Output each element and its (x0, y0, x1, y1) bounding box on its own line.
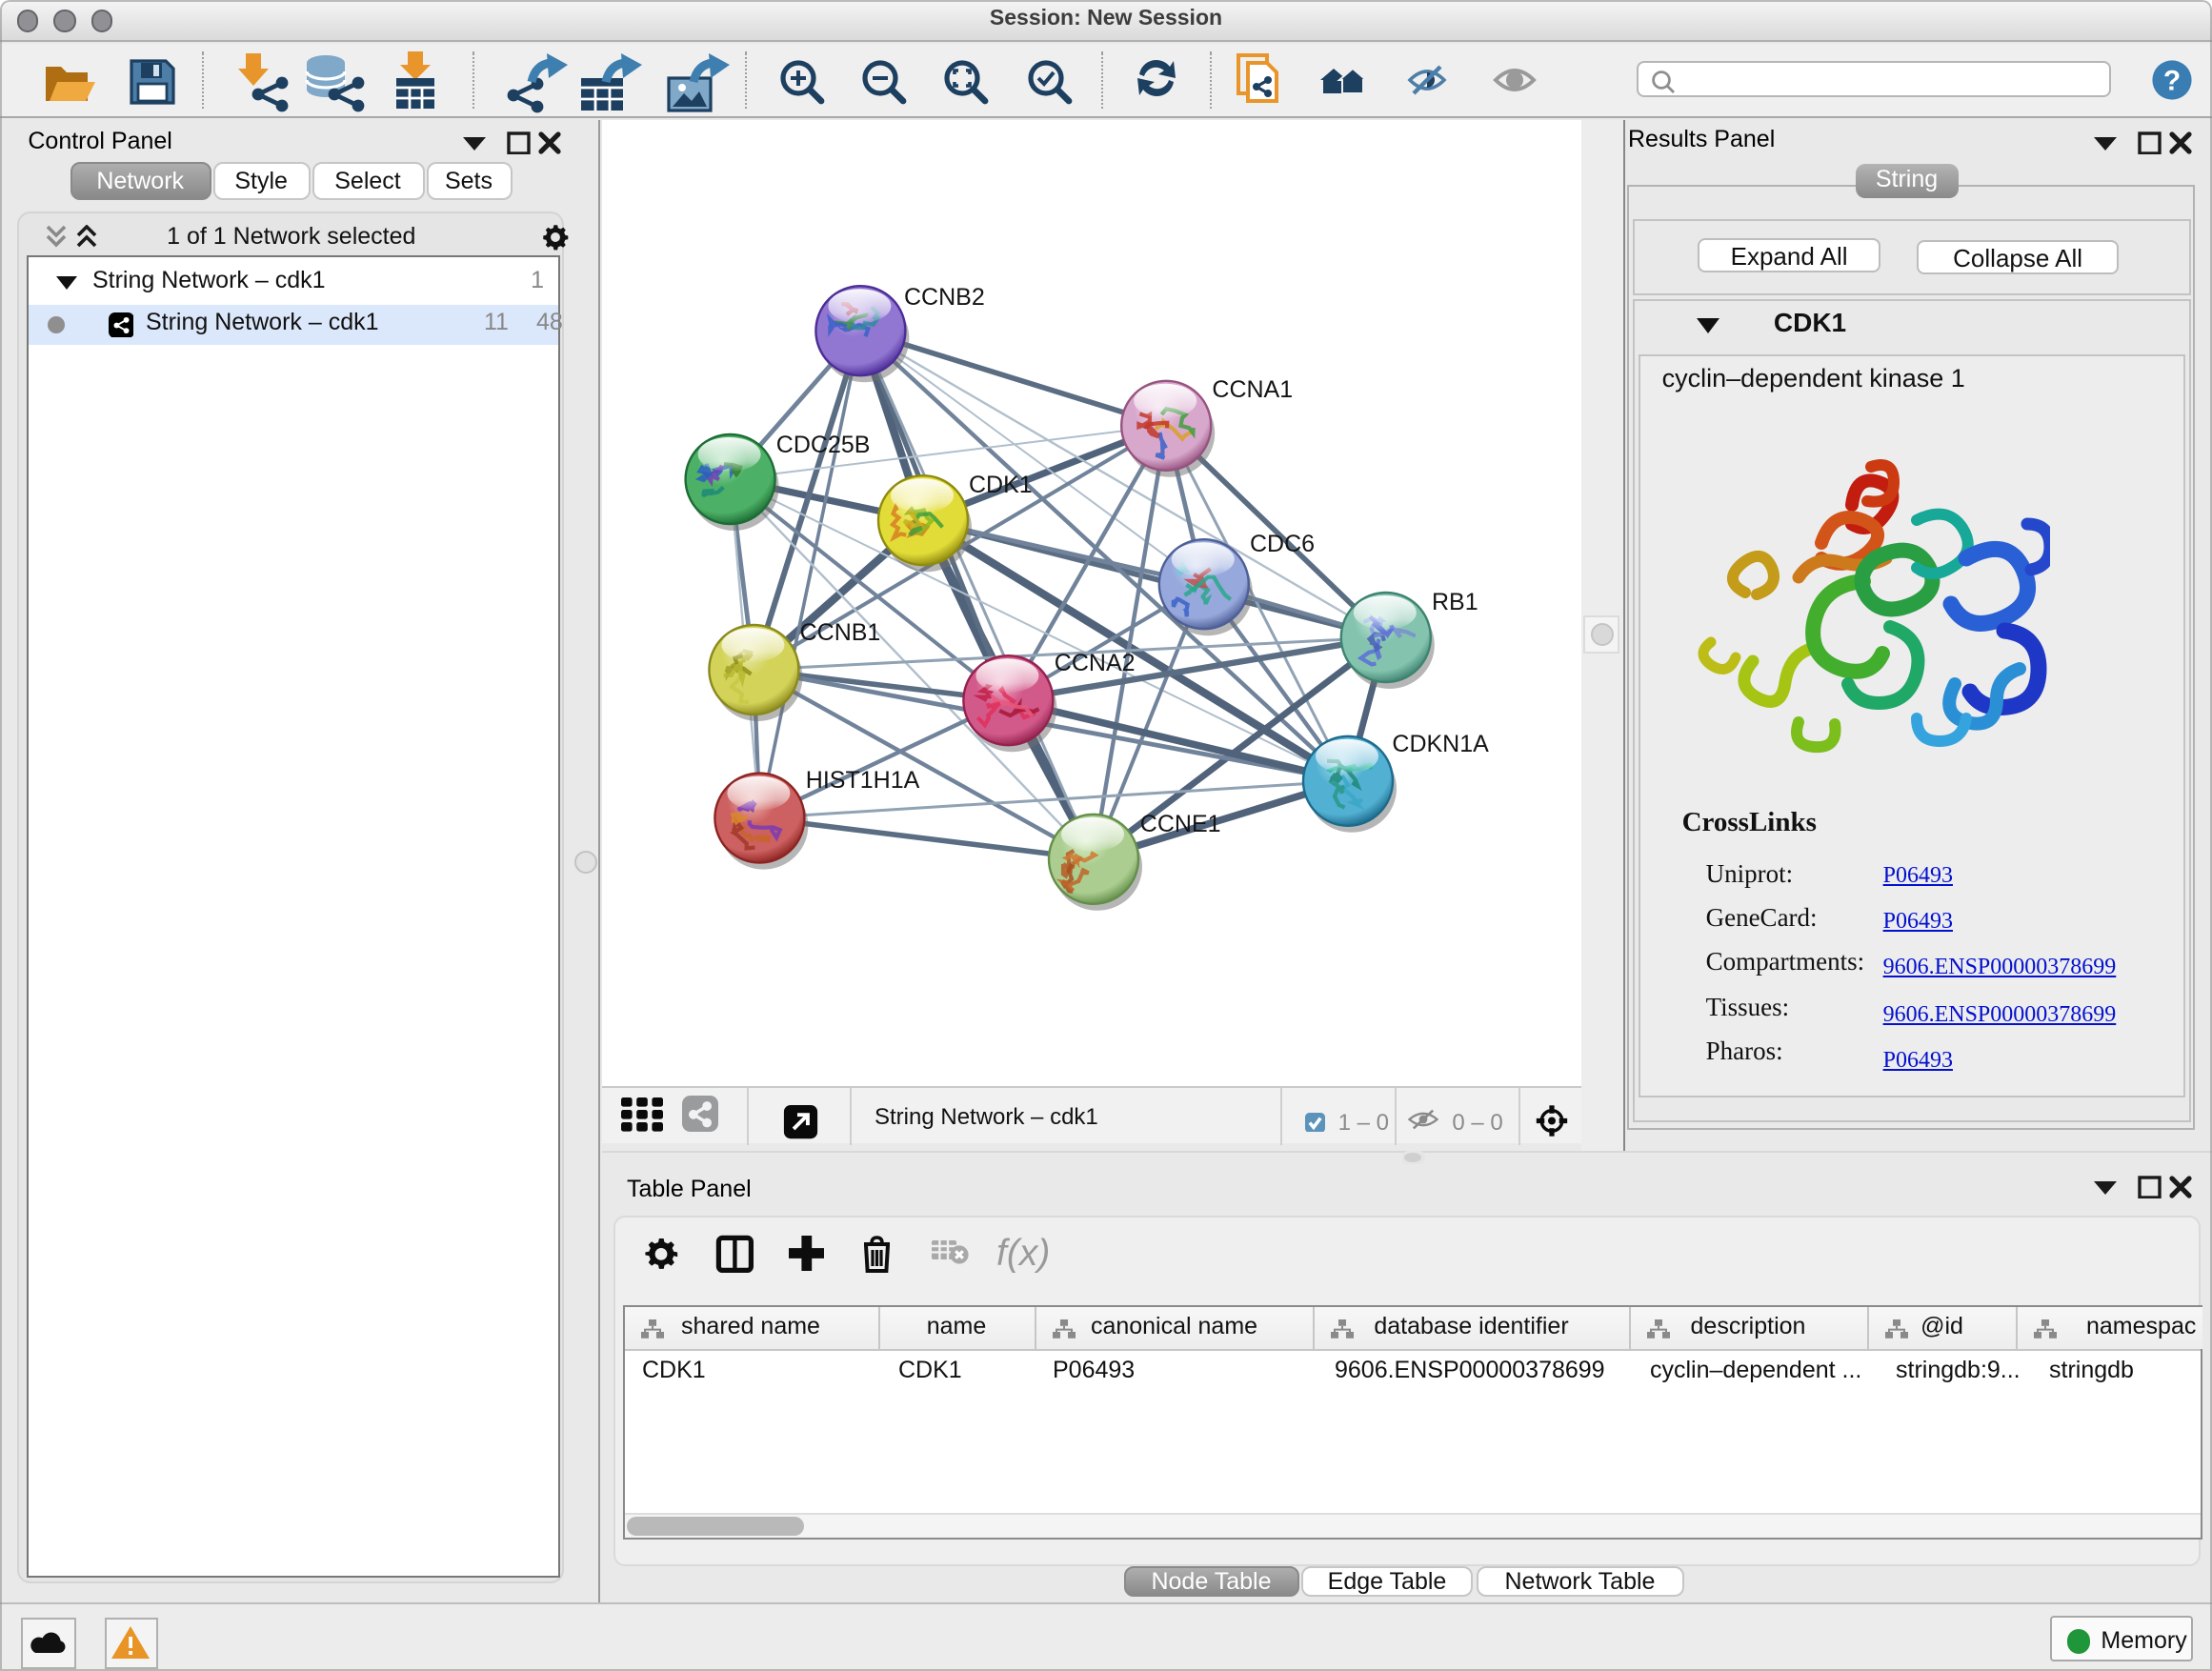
svg-text:CDC25B: CDC25B (775, 431, 870, 457)
svg-text:?: ? (2163, 66, 2181, 97)
svg-text:CCNE1: CCNE1 (1139, 810, 1220, 836)
svg-text:CDKN1A: CDKN1A (1391, 730, 1488, 756)
svg-text:CCNA1: CCNA1 (1211, 375, 1292, 402)
svg-text:CCNB1: CCNB1 (799, 618, 880, 645)
svg-text:f(x): f(x) (995, 1232, 1049, 1273)
svg-text:CDK1: CDK1 (968, 471, 1032, 497)
svg-text:CDC6: CDC6 (1249, 530, 1314, 556)
svg-text:HIST1H1A: HIST1H1A (805, 766, 919, 793)
svg-text:CCNB2: CCNB2 (903, 283, 984, 310)
svg-text:CCNA2: CCNA2 (1054, 649, 1135, 675)
svg-text:RB1: RB1 (1431, 588, 1478, 614)
